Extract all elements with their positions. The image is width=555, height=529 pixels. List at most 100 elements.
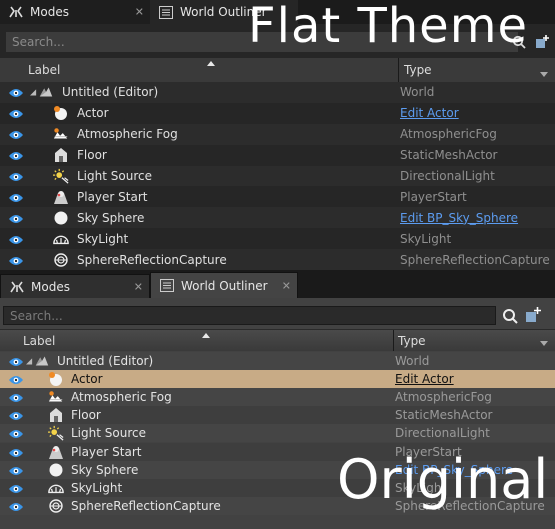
close-icon[interactable]: ✕ [282, 279, 291, 292]
tab-world-outliner[interactable]: World Outliner ✕ [150, 272, 298, 298]
expand-arrow-icon[interactable]: ◢ [30, 88, 36, 97]
row-type: StaticMeshActor [395, 408, 493, 423]
visibility-eye-icon[interactable] [8, 501, 24, 511]
label-column-header[interactable]: Label [23, 334, 55, 348]
overlay-title: Original [337, 448, 549, 511]
modes-icon [8, 5, 24, 19]
column-header: Label Type [0, 58, 555, 82]
actor-icon [53, 105, 69, 121]
sky-sphere-icon [53, 210, 69, 226]
original-theme-panel: Modes ✕ World Outliner ✕ Search... Label… [0, 272, 555, 529]
actor-icon [48, 371, 64, 387]
tab-label: World Outliner [181, 278, 268, 293]
row-label: Actor [77, 106, 109, 121]
world-icon [38, 84, 54, 100]
tab-label: Modes [30, 5, 69, 19]
chevron-down-icon[interactable] [540, 341, 548, 346]
row-type: StaticMeshActor [400, 148, 498, 163]
tab-modes[interactable]: Modes ✕ [0, 0, 150, 24]
edit-blueprint-link[interactable]: Edit BP_Sky_Sphere [400, 211, 518, 225]
visibility-eye-icon[interactable] [8, 213, 24, 223]
row-label: Sky Sphere [71, 462, 139, 477]
chevron-down-icon[interactable] [540, 72, 548, 77]
row-label: Player Start [71, 444, 142, 459]
outliner-row-floor[interactable]: Floor StaticMeshActor [0, 406, 555, 425]
row-label: Floor [71, 408, 101, 423]
close-icon[interactable]: ✕ [135, 6, 144, 19]
row-label: Sky Sphere [77, 210, 145, 225]
outliner-row-atmospheric-fog[interactable]: Atmospheric Fog AtmosphericFog [0, 123, 555, 145]
visibility-eye-icon[interactable] [8, 447, 24, 457]
search-icon[interactable] [502, 308, 518, 328]
outliner-row-skylight[interactable]: SkyLight SkyLight [0, 228, 555, 250]
tab-bar: Modes ✕ World Outliner ✕ [0, 272, 555, 298]
sky-sphere-icon [48, 462, 64, 478]
label-column-header[interactable]: Label [28, 63, 60, 77]
row-label: Light Source [71, 426, 146, 441]
row-label: Actor [71, 372, 103, 387]
tab-label: Modes [31, 279, 70, 294]
expand-arrow-icon[interactable]: ◢ [26, 357, 32, 366]
visibility-eye-icon[interactable] [8, 374, 24, 385]
row-label: SphereReflectionCapture [71, 498, 221, 513]
skylight-icon [53, 231, 69, 247]
column-header: Label Type [0, 329, 555, 351]
row-type: DirectionalLight [400, 169, 495, 184]
outliner-row-actor[interactable]: Actor Edit Actor [0, 102, 555, 124]
outliner-row-light-source[interactable]: Light Source DirectionalLight [0, 165, 555, 187]
visibility-eye-icon[interactable] [8, 171, 24, 182]
skylight-icon [48, 480, 64, 496]
row-type: PlayerStart [400, 189, 467, 204]
type-column-header[interactable]: Type [404, 63, 432, 77]
add-actor-icon[interactable] [525, 307, 541, 327]
search-row: Search... [0, 305, 555, 327]
edit-blueprint-link[interactable]: Edit Actor [395, 372, 454, 386]
outliner-row-actor[interactable]: Actor Edit Actor [0, 370, 555, 389]
search-input[interactable]: Search... [3, 306, 496, 325]
flat-theme-panel: Modes ✕ World Outliner Search... Label T… [0, 0, 555, 270]
edit-blueprint-link[interactable]: Edit Actor [400, 106, 459, 120]
add-actor-icon[interactable] [535, 34, 549, 53]
type-column-header[interactable]: Type [398, 334, 426, 348]
outliner-row-spherereflectioncapture[interactable]: SphereReflectionCapture SphereReflectionC… [0, 249, 555, 270]
visibility-eye-icon[interactable] [8, 356, 24, 367]
row-type: DirectionalLight [395, 426, 490, 441]
visibility-eye-icon[interactable] [8, 410, 24, 421]
row-label: Atmospheric Fog [77, 127, 178, 142]
close-icon[interactable]: ✕ [134, 280, 143, 293]
outliner-row-untitled-editor[interactable]: ◢ Untitled (Editor) World [0, 352, 555, 371]
row-label: SphereReflectionCapture [77, 252, 227, 267]
visibility-eye-icon[interactable] [8, 483, 24, 493]
visibility-eye-icon[interactable] [8, 255, 24, 265]
visibility-eye-icon[interactable] [8, 392, 24, 403]
row-type: SkyLight [400, 231, 452, 246]
column-divider[interactable] [398, 58, 399, 82]
tab-modes[interactable]: Modes ✕ [0, 274, 150, 298]
column-divider[interactable] [393, 330, 394, 351]
row-label: SkyLight [77, 231, 129, 246]
visibility-eye-icon[interactable] [8, 465, 24, 475]
player-start-icon [53, 189, 69, 205]
row-label: Player Start [77, 189, 148, 204]
row-label: Untitled (Editor) [57, 354, 154, 369]
directional-light-icon [53, 168, 69, 184]
visibility-eye-icon[interactable] [8, 87, 24, 98]
visibility-eye-icon[interactable] [8, 150, 24, 161]
outliner-row-light-source[interactable]: Light Source DirectionalLight [0, 424, 555, 443]
directional-light-icon [48, 425, 64, 442]
row-type: World [400, 85, 435, 100]
visibility-eye-icon[interactable] [8, 428, 24, 439]
row-label: Atmospheric Fog [71, 390, 172, 405]
outliner-row-untitled-editor[interactable]: ◢ Untitled (Editor) World [0, 82, 555, 103]
outliner-row-floor[interactable]: Floor StaticMeshActor [0, 144, 555, 166]
outliner-row-player-start[interactable]: Player Start PlayerStart [0, 186, 555, 208]
visibility-eye-icon[interactable] [8, 108, 24, 119]
visibility-eye-icon[interactable] [8, 192, 24, 202]
outliner-row-sky-sphere[interactable]: Sky Sphere Edit BP_Sky_Sphere [0, 207, 555, 229]
reflection-capture-icon [53, 252, 69, 268]
visibility-eye-icon[interactable] [8, 129, 24, 140]
visibility-eye-icon[interactable] [8, 234, 24, 244]
world-icon [34, 353, 50, 369]
row-type: SphereReflectionCapture [400, 252, 550, 267]
outliner-row-atmospheric-fog[interactable]: Atmospheric Fog AtmosphericFog [0, 388, 555, 407]
